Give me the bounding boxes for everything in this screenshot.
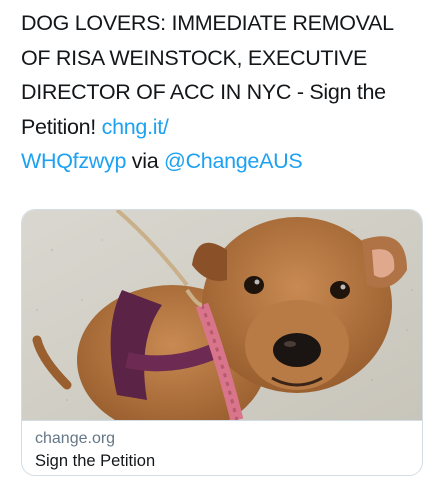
tweet-link-part-1: chng.it/: [101, 114, 169, 139]
card-image-dog[interactable]: [22, 210, 423, 420]
card-footer[interactable]: change.org Sign the Petition: [22, 420, 422, 475]
card-domain: change.org: [35, 430, 116, 447]
tweet-body: DOG LOVERS: IMMEDIATE REMOVAL OF RISA WE…: [21, 11, 393, 139]
link-card[interactable]: change.org Sign the Petition: [21, 209, 423, 476]
card-title: Sign the Petition: [35, 452, 156, 470]
mention-link[interactable]: @ChangeAUS: [164, 149, 303, 173]
tweet-link-part-2: WHQfzwyp: [21, 149, 127, 173]
tweet-via: via: [126, 149, 165, 173]
tweet-text: DOG LOVERS: IMMEDIATE REMOVAL OF RISA WE…: [21, 6, 421, 179]
